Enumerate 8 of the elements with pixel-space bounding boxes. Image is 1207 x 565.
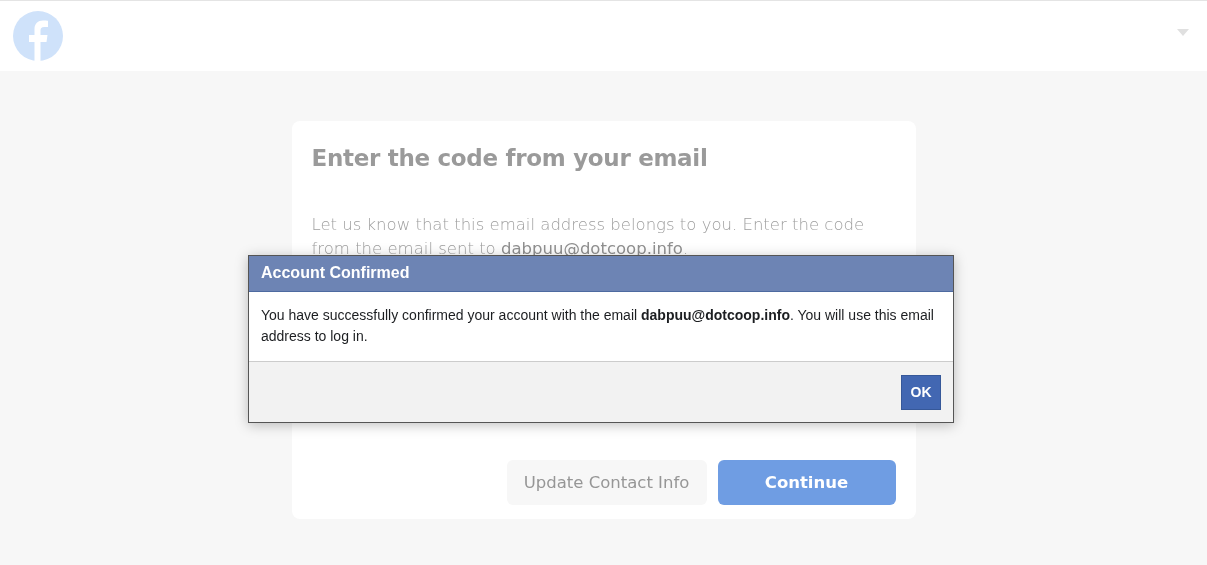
update-contact-button[interactable]: Update Contact Info [506, 460, 707, 505]
ok-button[interactable]: OK [901, 374, 941, 410]
card-title: Enter the code from your email [311, 145, 709, 171]
caret-icon[interactable] [1177, 28, 1189, 36]
dialog-message: You have successfully confirmed your account with the email dabpuu@dotcoop.info. You will use this email address to log in. [261, 307, 934, 344]
logo-icon[interactable] [13, 11, 63, 61]
continue-button[interactable]: Continue [717, 460, 896, 505]
dialog-title: Account Confirmed [249, 256, 953, 292]
